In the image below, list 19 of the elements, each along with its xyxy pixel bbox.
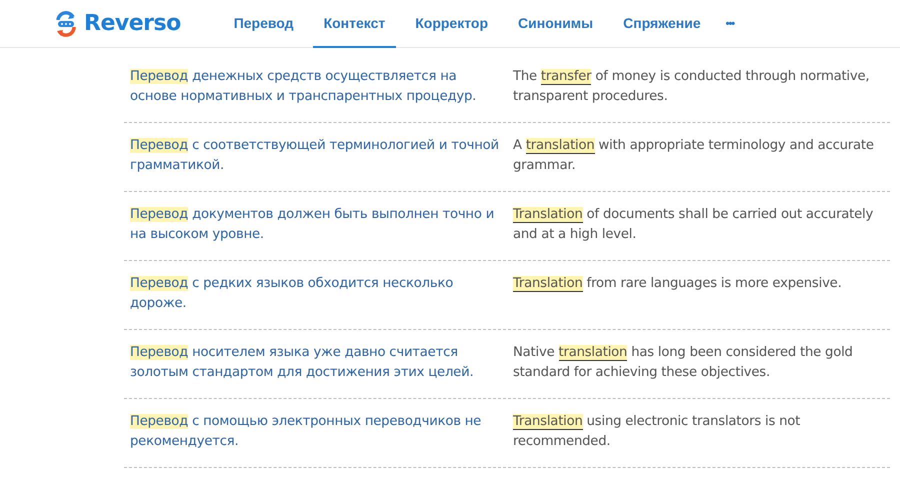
nav-tab[interactable]: Перевод (222, 0, 305, 48)
more-button[interactable]: ••• (716, 0, 744, 47)
logo-text[interactable]: Reverso (84, 11, 181, 36)
nav-tab[interactable]: Спряжение (612, 0, 712, 48)
source-sentence: Перевод с соответствующей терминологией и точной грамматикой. (130, 137, 500, 175)
translation-sentence: Translation from rare languages is more expensive. (513, 275, 843, 294)
translation-sentence: A translation with appropriate terminology and accurate grammar. (513, 137, 875, 175)
translation-sentence: Translation using electronic translators is not recommended. (513, 413, 802, 451)
nav-tab[interactable]: Корректор (404, 0, 500, 48)
source-sentence: Перевод с редких языков обходится несколько дороже. (130, 275, 454, 313)
nav-tab[interactable]: Синонимы (507, 0, 604, 48)
translation-sentence: Translation of documents shall be carried out accurately and at a high level. (513, 206, 874, 244)
source-sentence: Перевод документов должен быть выполнен точно и на высоком уровне. (130, 206, 496, 244)
translation-sentence: Native translation has long been considered the gold standard for achieving these objectives. (513, 344, 854, 382)
source-sentence: Перевод денежных средств осуществляется на основе нормативных и транспарентных процедур. (130, 68, 478, 106)
translation-sentence: The transfer of money is conducted through normative, transparent procedures. (513, 68, 870, 106)
source-sentence: Перевод носителем языка уже давно считается золотым стандартом для достижения этих целей. (130, 344, 474, 382)
source-sentence: Перевод с помощью электронных переводчиков не рекомендуется. (130, 413, 482, 451)
nav-tab[interactable]: Контекст (312, 0, 396, 48)
